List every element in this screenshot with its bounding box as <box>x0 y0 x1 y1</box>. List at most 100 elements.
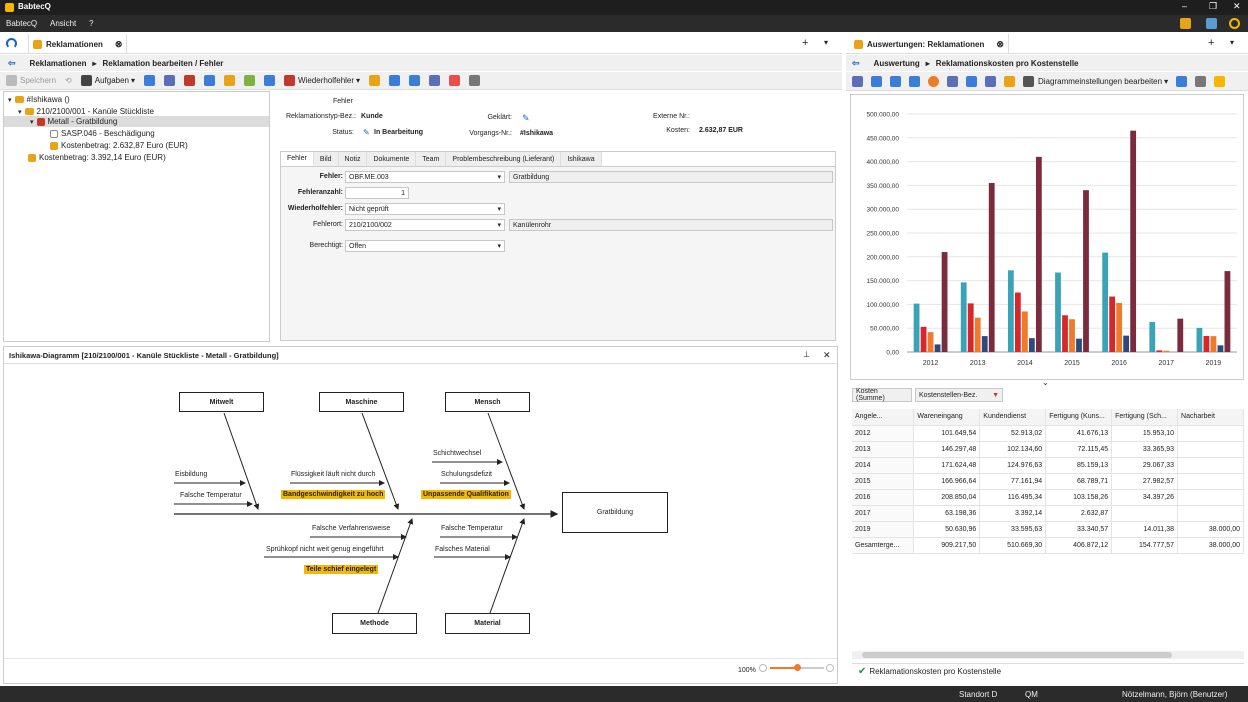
chevron-down-icon[interactable]: ▾ <box>824 38 828 47</box>
menu-ansicht[interactable]: Ansicht <box>50 19 76 28</box>
scrollbar-thumb[interactable] <box>862 652 1172 658</box>
pivot-column-header[interactable]: Fertigung (Sch... <box>1111 409 1179 426</box>
funnel-icon[interactable] <box>1176 75 1188 87</box>
cause-label[interactable]: Falsches Material <box>435 546 490 553</box>
settings-folder-icon[interactable] <box>1004 75 1015 87</box>
restore-button[interactable]: ❐ <box>1209 1 1217 12</box>
filter-icon[interactable]: ▼ <box>992 392 999 399</box>
table-row[interactable]: Gesamterge... 909.217,50 510.669,30 406.872… <box>852 537 1244 554</box>
table-row[interactable]: 2015 166.966,64 77.161,94 68.789,71 27.982,5… <box>852 473 1244 490</box>
pivot-footer-tab[interactable]: ✔ Reklamationskosten pro Kostenstelle <box>852 663 1244 677</box>
tree-item-cause[interactable]: SASP.046 - Beschädigung <box>50 129 155 138</box>
collapse-icon[interactable]: ▾ <box>30 118 34 126</box>
table-row[interactable]: 2016 208.850,04 116.495,34 103.158,26 34.397… <box>852 489 1244 506</box>
cause-highlight[interactable]: Teile schief eingelegt <box>304 565 379 574</box>
sync-icon[interactable] <box>409 75 421 86</box>
pivot-column-header[interactable]: Nacharbeit <box>1177 409 1244 426</box>
cause-label[interactable]: Falsche Temperatur <box>180 492 242 499</box>
save-button[interactable]: Speichern <box>20 76 56 85</box>
tree-item-defect[interactable]: ▾ Metall - Gratbildung <box>30 117 117 126</box>
zoom-slider-handle[interactable] <box>794 664 801 671</box>
menu-help[interactable]: ? <box>89 19 93 28</box>
move-icon[interactable] <box>264 75 276 86</box>
cause-label[interactable]: Falsche Verfahrensweise <box>312 525 390 532</box>
category-maschine[interactable]: Maschine <box>319 392 404 412</box>
tab-problembeschreibung[interactable]: Problembeschreibung (Lieferant) <box>446 152 562 166</box>
print-icon[interactable] <box>469 75 481 86</box>
image-icon[interactable] <box>909 75 920 87</box>
breadcrumb-root[interactable]: Reklamationen <box>30 59 87 68</box>
location-select[interactable]: 210/2100/002 ▾ <box>345 219 505 231</box>
pivot-filter-costcenter[interactable]: Kostenstellen-Bez. ▼ <box>915 388 1003 402</box>
category-methode[interactable]: Methode <box>332 613 417 634</box>
effect-box[interactable]: Gratbildung <box>562 492 668 533</box>
refresh-icon[interactable] <box>429 75 441 86</box>
pivot-filter-measure[interactable]: Kosten (Summe) <box>852 388 912 402</box>
cause-label[interactable]: Sprühkopf nicht weit genug eingeführt <box>266 546 384 553</box>
dashboard-icon[interactable] <box>6 38 17 49</box>
bar-chart-icon[interactable] <box>852 75 863 87</box>
category-material[interactable]: Material <box>445 613 530 634</box>
defect-select[interactable]: OBF.ME.003 ▾ <box>345 171 505 183</box>
add-tab-icon[interactable]: + <box>1208 37 1214 49</box>
link-icon[interactable] <box>204 75 216 86</box>
zoom-in-icon[interactable] <box>826 664 834 672</box>
cause-highlight[interactable]: Bandgeschwindigkeit zu hoch <box>281 490 386 499</box>
cause-highlight[interactable]: Unpassende Qualifikation <box>421 490 511 499</box>
filter-chart-icon[interactable] <box>985 75 996 87</box>
tree-item-cost-total[interactable]: Kostenbetrag: 3.392,14 Euro (EUR) <box>28 153 166 162</box>
tab-notiz[interactable]: Notiz <box>338 152 368 166</box>
flag-icon[interactable] <box>184 75 196 86</box>
tree-item-cost[interactable]: Kostenbetrag: 2.632,87 Euro (EUR) <box>50 141 188 150</box>
tab-auswertungen[interactable]: Auswertungen: Reklamationen ⊗ <box>850 34 1009 54</box>
tab-ishikawa[interactable]: Ishikawa <box>561 152 602 166</box>
table-row[interactable]: 2017 63.198,36 3.392,14 2.632,87 <box>852 505 1244 522</box>
breadcrumb-root[interactable]: Auswertung <box>874 59 920 68</box>
column-chart-icon[interactable] <box>947 75 958 87</box>
users-icon[interactable] <box>1180 18 1191 29</box>
document-icon[interactable] <box>389 75 401 86</box>
tab-bild[interactable]: Bild <box>313 152 339 166</box>
pivot-column-header[interactable]: Kundendienst <box>979 409 1047 426</box>
expand-chevron-icon[interactable]: ⌄ <box>1042 378 1049 387</box>
repeat-button[interactable]: Wiederholfehler <box>298 76 354 85</box>
cause-label[interactable]: Schichtwechsel <box>433 450 481 457</box>
back-arrow-icon[interactable]: ⇦ <box>852 58 860 69</box>
cause-label[interactable]: Falsche Temperatur <box>441 525 503 532</box>
delete-icon[interactable] <box>164 75 176 86</box>
line-chart-icon[interactable] <box>966 75 977 87</box>
tasks-button[interactable]: Aufgaben <box>95 76 129 85</box>
tab-team[interactable]: Team <box>416 152 447 166</box>
repeat-select[interactable]: Nicht geprüft ▾ <box>345 203 505 215</box>
refresh-icon[interactable] <box>1229 18 1240 29</box>
edit-icon[interactable]: ✎ <box>522 113 530 124</box>
group-icon[interactable] <box>244 75 256 86</box>
close-button[interactable]: ✕ <box>1233 1 1241 12</box>
pivot-column-header[interactable]: Fertigung (Kuns... <box>1045 409 1113 426</box>
category-mensch[interactable]: Mensch <box>445 392 530 412</box>
pivot-column-header[interactable]: Angele... <box>852 409 915 426</box>
tree-root[interactable]: ▾ #Ishikawa () <box>8 95 70 104</box>
tasks-icon[interactable] <box>1206 18 1217 29</box>
close-tab-icon[interactable]: ⊗ <box>996 39 1004 50</box>
table-row[interactable]: 2013 146.297,48 102.134,60 72.115,45 33.365,… <box>852 441 1244 458</box>
table-icon[interactable] <box>871 75 882 87</box>
add-icon[interactable] <box>224 75 236 86</box>
diagram-settings-button[interactable]: Diagrammeinstellungen bearbeiten <box>1038 77 1162 86</box>
collapse-icon[interactable]: ▾ <box>18 108 22 116</box>
folder-open-icon[interactable] <box>369 75 381 86</box>
undo-icon[interactable]: ⟲ <box>65 76 72 85</box>
add-tab-icon[interactable]: + <box>802 37 808 49</box>
chevron-down-icon[interactable]: ▾ <box>1230 38 1234 47</box>
back-arrow-icon[interactable]: ⇦ <box>8 58 16 69</box>
zoom-out-icon[interactable] <box>759 664 767 672</box>
minimize-button[interactable]: – <box>1182 1 1187 11</box>
tree-item-part[interactable]: ▾ 210/2100/001 - Kanüle Stückliste <box>18 107 154 116</box>
export-icon[interactable] <box>890 75 901 87</box>
print-icon[interactable] <box>1195 75 1207 87</box>
horizontal-scrollbar[interactable] <box>852 651 1244 659</box>
tab-reklamationen[interactable]: Reklamationen ⊗ <box>28 34 128 54</box>
tab-fehler[interactable]: Fehler <box>281 152 314 166</box>
cause-label[interactable]: Eisbildung <box>175 471 207 478</box>
export-icon[interactable] <box>449 75 461 86</box>
